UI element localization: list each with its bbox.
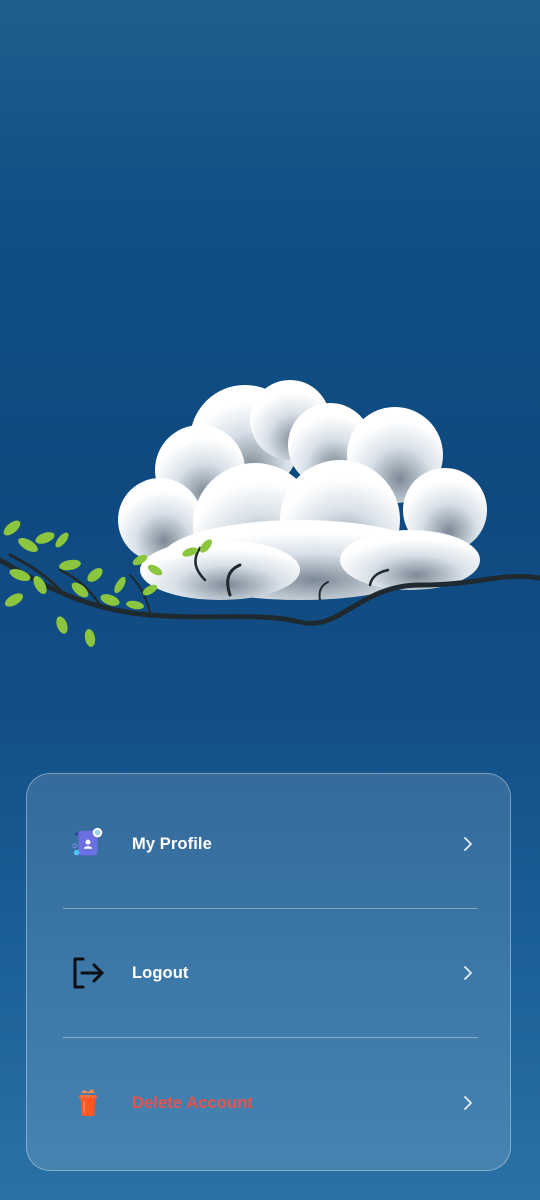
my-profile-label: My Profile — [132, 834, 212, 853]
trash-icon — [69, 1084, 107, 1122]
menu-item-logout[interactable]: Logout — [27, 909, 510, 1037]
chevron-right-icon — [464, 837, 472, 851]
account-menu-panel: My Profile Logout Delete Account — [26, 773, 511, 1171]
chevron-right-icon — [464, 966, 472, 980]
chevron-right-icon — [464, 1096, 472, 1110]
cloud-shape — [118, 380, 487, 600]
menu-divider — [63, 1037, 478, 1038]
profile-document-icon — [69, 825, 107, 863]
logout-icon — [69, 954, 107, 992]
delete-account-label: Delete Account — [132, 1093, 253, 1112]
menu-item-my-profile[interactable]: My Profile — [27, 780, 510, 908]
menu-item-delete-account[interactable]: Delete Account — [27, 1039, 510, 1167]
background-cloud-branch-illustration — [0, 380, 540, 647]
logout-label: Logout — [132, 963, 189, 982]
